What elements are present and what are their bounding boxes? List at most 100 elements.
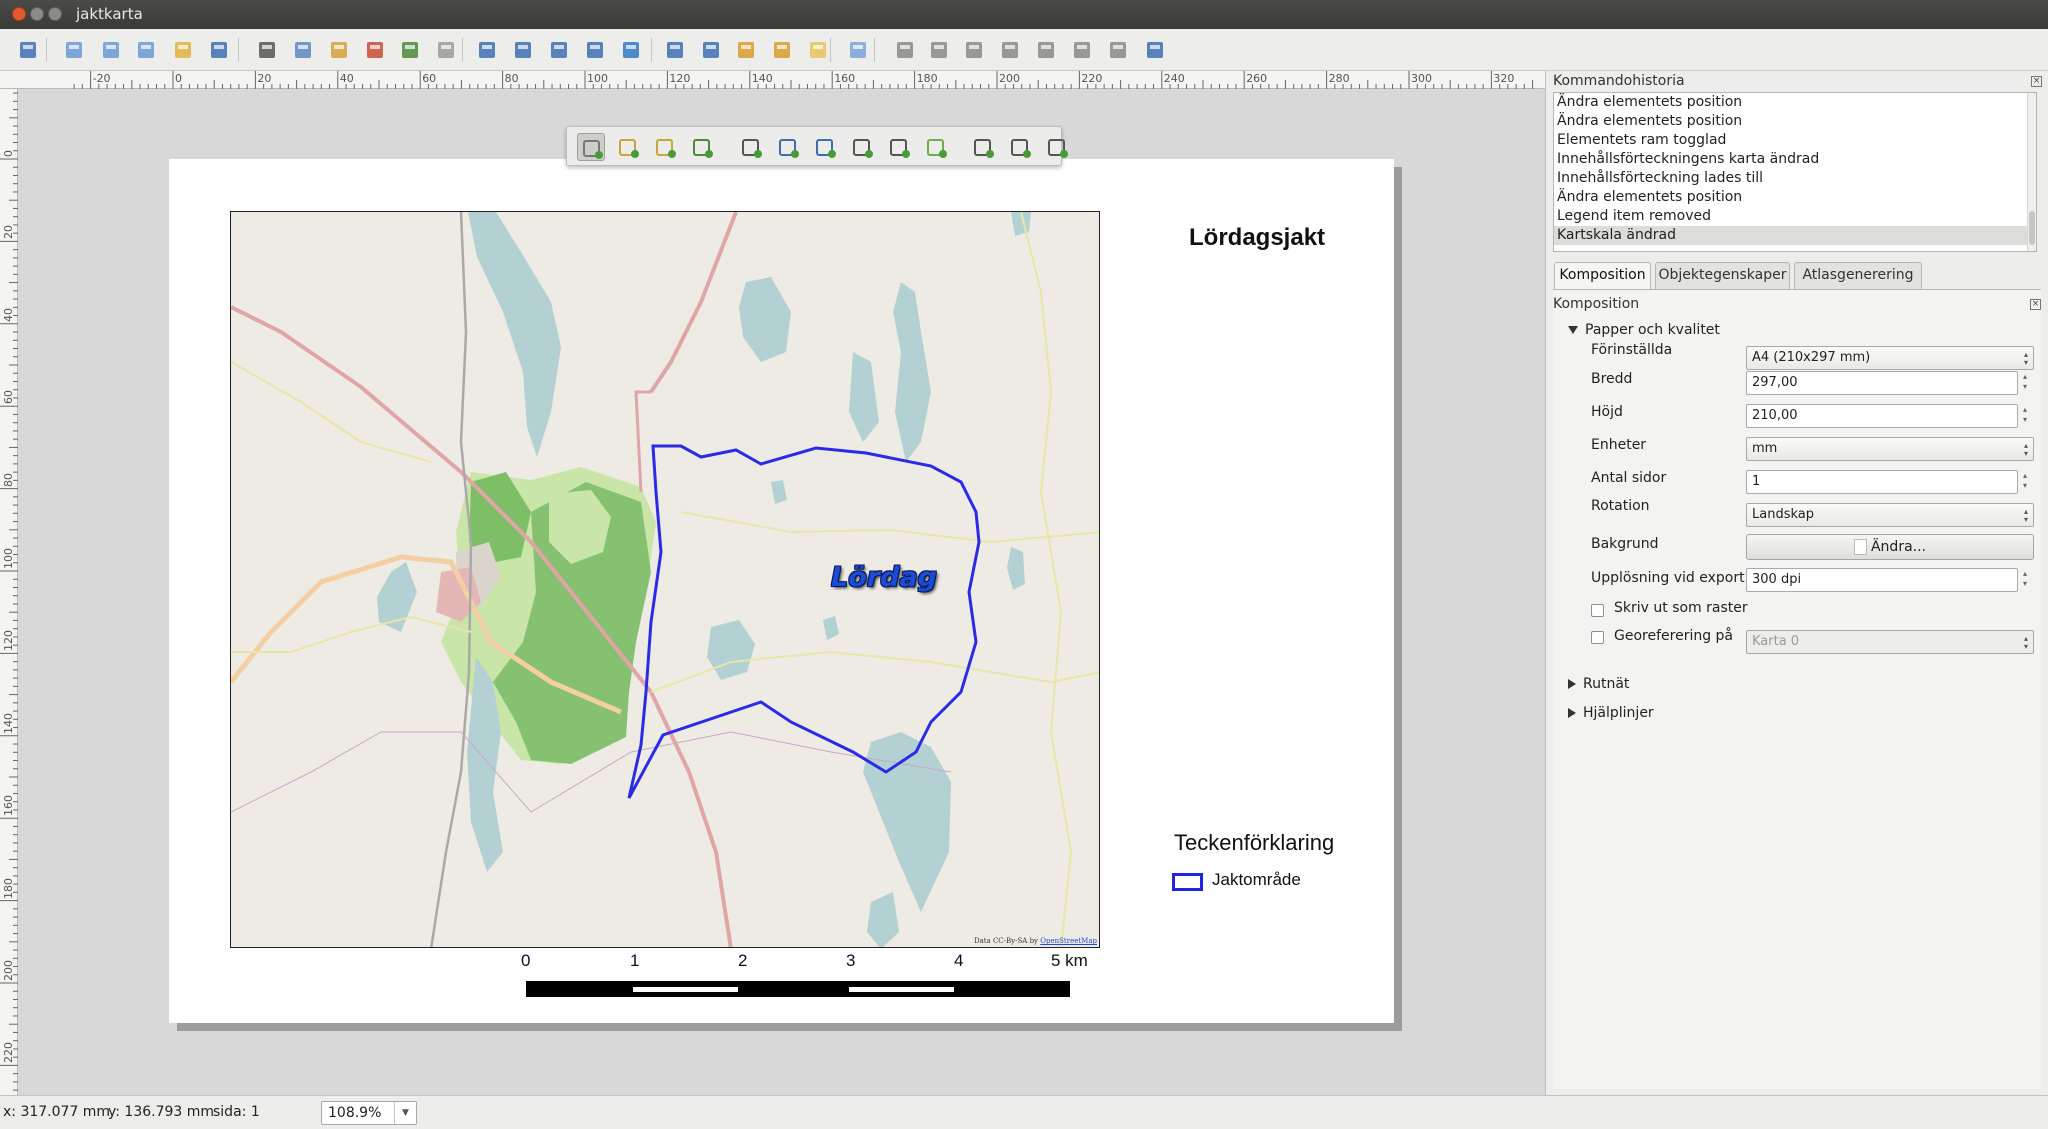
chevron-down-icon[interactable]: ▼ (394, 1102, 416, 1124)
composition-title[interactable]: Lördagsjakt (1189, 224, 1325, 252)
window-maximize-button[interactable] (48, 7, 62, 21)
atlas-preview-icon[interactable] (891, 36, 919, 64)
history-item[interactable]: Ändra elementets position (1554, 112, 2036, 131)
spin-arrows-icon[interactable]: ▴ ▾ (2019, 471, 2031, 493)
new-composer-icon[interactable] (60, 36, 88, 64)
section-grid[interactable]: Rutnät (1568, 676, 1629, 692)
pan-icon[interactable] (577, 133, 605, 161)
open-template-icon[interactable] (169, 36, 197, 64)
height-spinbox[interactable]: 210,00 ▴ ▾ (1746, 404, 2027, 428)
history-item[interactable]: Innehållsförteckning lades till (1554, 169, 2036, 188)
history-item[interactable]: Elementets ram togglad (1554, 131, 2036, 150)
tab-objektegenskaper[interactable]: Objektegenskaper (1655, 262, 1790, 289)
atlas-last-icon[interactable] (1032, 36, 1060, 64)
add-scalebar-icon[interactable] (885, 133, 913, 161)
scalebar[interactable] (526, 981, 1070, 997)
atlas-export-icon[interactable] (1104, 36, 1132, 64)
rotation-select[interactable]: Landskap ▴ ▾ (1746, 503, 2034, 527)
atlas-settings-icon[interactable] (1141, 36, 1169, 64)
window-minimize-button[interactable] (30, 7, 44, 21)
zoom-full-icon[interactable] (473, 36, 501, 64)
ruler-label: 80 (2, 472, 15, 487)
add-arrow-icon[interactable] (969, 133, 997, 161)
select-all-icon[interactable] (661, 36, 689, 64)
zoom-tool-icon[interactable] (614, 133, 642, 161)
refresh-icon[interactable] (617, 36, 645, 64)
distribute-icon[interactable] (844, 36, 872, 64)
spin-arrows-icon[interactable]: ▴ ▾ (2019, 569, 2031, 591)
tab-komposition[interactable]: Komposition (1554, 262, 1651, 290)
export-pdf-icon[interactable] (361, 36, 389, 64)
print-as-raster-checkbox[interactable] (1591, 604, 1604, 617)
composer-manager-icon[interactable] (132, 36, 160, 64)
spin-arrows-icon[interactable]: ▴ ▾ (2019, 372, 2031, 394)
toolbar-separator (651, 38, 652, 62)
units-select[interactable]: mm ▴ ▾ (1746, 437, 2034, 461)
align-icon[interactable] (804, 36, 832, 64)
group-icon[interactable] (697, 36, 725, 64)
map-item[interactable]: Lördag Data CC-By-SA by OpenStreetMap (230, 211, 1100, 948)
legend-title[interactable]: Teckenförklaring (1174, 830, 1334, 856)
atlas-prev-icon[interactable] (960, 36, 988, 64)
history-scrollbar[interactable] (2027, 93, 2036, 251)
add-table-icon[interactable] (1006, 133, 1034, 161)
add-map-icon[interactable] (737, 133, 765, 161)
composition-page[interactable]: Lördag Data CC-By-SA by OpenStreetMap Lö… (169, 159, 1394, 1023)
save-icon[interactable] (14, 36, 42, 64)
presets-label: Förinställda (1591, 342, 1673, 358)
window-close-button[interactable] (12, 7, 26, 21)
pages-spinbox[interactable]: 1 ▴ ▾ (1746, 470, 2027, 494)
ruler-label: 300 (1411, 72, 1432, 85)
save-template-icon[interactable] (205, 36, 233, 64)
zoom-level-combo[interactable]: 108.9% ▼ (321, 1101, 417, 1125)
ruler-label: 140 (2, 712, 15, 734)
close-panel-icon[interactable]: × (2030, 299, 2041, 310)
atlas-first-icon[interactable] (925, 36, 953, 64)
history-item[interactable]: Innehållsförteckningens karta ändrad (1554, 150, 2036, 169)
atlas-print-icon[interactable] (1068, 36, 1096, 64)
history-list[interactable]: Ändra elementets position Ändra elementet… (1553, 92, 2037, 252)
print-icon[interactable] (253, 36, 281, 64)
composer-canvas[interactable]: Lördag Data CC-By-SA by OpenStreetMap Lö… (18, 89, 1545, 1095)
move-content-icon[interactable] (688, 133, 716, 161)
add-legend-icon[interactable] (848, 133, 876, 161)
export-image-icon[interactable] (289, 36, 317, 64)
close-panel-icon[interactable]: × (2031, 76, 2042, 87)
redo-icon[interactable] (432, 36, 460, 64)
zoom-100-icon[interactable] (509, 36, 537, 64)
add-image-icon[interactable] (774, 133, 802, 161)
unlock-icon[interactable] (768, 36, 796, 64)
history-item[interactable]: Ändra elementets position (1554, 188, 2036, 207)
select-tool-icon[interactable] (651, 133, 679, 161)
zoom-in-icon[interactable] (545, 36, 573, 64)
scrollbar-thumb[interactable] (2029, 211, 2035, 245)
section-paper-quality[interactable]: Papper och kvalitet (1568, 322, 1720, 338)
tab-atlasgenerering[interactable]: Atlasgenerering (1794, 262, 1922, 289)
history-item[interactable]: Ändra elementets position (1554, 93, 2036, 112)
zoom-out-icon[interactable] (581, 36, 609, 64)
add-shape-icon[interactable] (922, 133, 950, 161)
background-label: Bakgrund (1591, 536, 1659, 552)
presets-select[interactable]: A4 (210x297 mm) ▴ ▾ (1746, 346, 2034, 370)
window-titlebar: jaktkarta (0, 0, 2048, 29)
ruler-label: 180 (916, 72, 938, 85)
lock-icon[interactable] (732, 36, 760, 64)
history-item[interactable]: Legend item removed (1554, 207, 2036, 226)
add-label-icon[interactable] (811, 133, 839, 161)
georeference-checkbox[interactable] (1591, 631, 1604, 644)
background-change-button[interactable]: Ändra... (1746, 534, 2034, 560)
export-svg-icon[interactable] (325, 36, 353, 64)
width-label: Bredd (1591, 371, 1633, 387)
resolution-spinbox[interactable]: 300 dpi ▴ ▾ (1746, 568, 2027, 592)
width-spinbox[interactable]: 297,00 ▴ ▾ (1746, 371, 2027, 395)
toolbar-separator (238, 38, 239, 62)
atlas-next-icon[interactable] (996, 36, 1024, 64)
add-html-icon[interactable] (1043, 133, 1071, 161)
undo-icon[interactable] (396, 36, 424, 64)
section-guides[interactable]: Hjälplinjer (1568, 705, 1654, 721)
history-item[interactable]: Kartskala ändrad (1554, 226, 2036, 245)
spin-arrows-icon[interactable]: ▴ ▾ (2019, 405, 2031, 427)
duplicate-composer-icon[interactable] (97, 36, 125, 64)
ruler-label: 220 (2, 1042, 15, 1064)
composition-panel-title: Komposition (1553, 296, 1640, 312)
